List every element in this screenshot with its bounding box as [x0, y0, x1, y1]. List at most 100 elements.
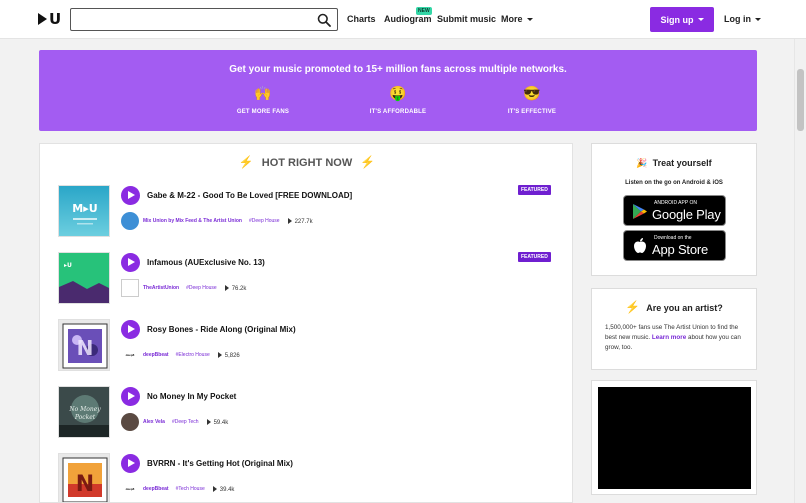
nav-more-label: More [501, 14, 523, 24]
svg-text:Pocket: Pocket [74, 414, 96, 421]
artist-union-logo[interactable]: U [38, 11, 61, 27]
mix-union-artwork: M▸U [59, 186, 109, 236]
track-title[interactable]: No Money In My Pocket [147, 392, 236, 401]
uploader-link[interactable]: Alex Vela [143, 419, 165, 425]
featured-badge: FEATURED [518, 252, 551, 262]
promo-banner[interactable]: Get your music promoted to 15+ million f… [39, 50, 757, 131]
play-button[interactable] [121, 387, 140, 406]
new-badge: NEW [416, 7, 432, 15]
top-navbar: U Charts Audiogram NEW Submit music More… [0, 0, 806, 39]
svg-text:N: N [77, 336, 94, 360]
promo-item-more-fans: 🙌 GET MORE FANS [208, 85, 318, 115]
search-input[interactable] [77, 12, 307, 27]
artist-description: 1,500,000+ fans use The Artist Union to … [605, 323, 745, 353]
lightning-icon: ⚡ [625, 300, 641, 314]
chevron-down-icon [755, 18, 761, 22]
play-button[interactable] [121, 454, 140, 473]
are-you-an-artist-card: ⚡ Are you an artist? 1,500,000+ fans use … [591, 288, 757, 370]
apple-big-text: App Store [652, 242, 709, 257]
artist-union-artwork: ▸U [59, 253, 109, 303]
video-card [591, 380, 757, 495]
hot-right-now-heading: ⚡ HOT RIGHT NOW ⚡ [40, 155, 572, 169]
track-cover[interactable]: M▸U [58, 185, 110, 237]
svg-text:No Money: No Money [68, 406, 101, 413]
app-store-button[interactable]: Download on the App Store [623, 230, 726, 261]
nav-more[interactable]: More [501, 14, 533, 24]
uploader-link[interactable]: TheArtistUnion [143, 285, 179, 291]
hot-right-now-panel: ⚡ HOT RIGHT NOW ⚡ M▸U Gabe & M-22 - Good T… [39, 143, 573, 503]
uploader-avatar[interactable] [121, 212, 139, 230]
login-button[interactable]: Log in [724, 14, 761, 24]
google-play-button[interactable]: ANDROID APP ON Google Play [623, 195, 726, 226]
play-count: 59.4k [207, 419, 229, 426]
track-title[interactable]: Rosy Bones - Ride Along (Original Mix) [147, 325, 296, 334]
svg-text:N: N [76, 472, 94, 497]
nav-submit-music[interactable]: Submit music [437, 14, 496, 24]
signup-label: Sign up [660, 14, 694, 25]
uploader-avatar[interactable] [121, 413, 139, 431]
learn-more-link[interactable]: Learn more [652, 334, 686, 341]
uploader-logo[interactable]: deep8 [121, 484, 139, 494]
track-meta: deep8 deepBbeat #Tech House 39.4k [121, 480, 234, 498]
google-small-text: ANDROID APP ON [654, 200, 697, 206]
video-player[interactable] [598, 387, 751, 489]
no-money-artwork: No Money Pocket [59, 387, 109, 437]
track-cover[interactable]: ▸U [58, 252, 110, 304]
genre-tag[interactable]: #Deep House [186, 285, 217, 291]
uploader-link[interactable]: deepBbeat [143, 486, 169, 492]
track-title[interactable]: Gabe & M-22 - Good To Be Loved [FREE DOW… [147, 191, 352, 200]
artist-title-text: Are you an artist? [646, 303, 723, 313]
page-scrollbar[interactable] [794, 39, 806, 503]
track-row: M▸U Gabe & M-22 - Good To Be Loved [FREE… [58, 185, 558, 237]
promo-label: IT'S EFFECTIVE [507, 109, 557, 115]
chevron-down-icon [697, 18, 704, 21]
play-button[interactable] [121, 320, 140, 339]
promo-item-effective: 😎 IT'S EFFECTIVE [477, 85, 587, 115]
promo-item-affordable: 🤑 IT'S AFFORDABLE [343, 85, 453, 115]
apple-small-text: Download on the [654, 235, 692, 241]
nav-audiogram[interactable]: Audiogram [384, 14, 432, 24]
track-row: ▸U Infamous (AUExclusive No. 13) FEATURE… [58, 252, 558, 304]
uploader-avatar[interactable] [121, 279, 139, 297]
sunglasses-icon: 😎 [523, 85, 541, 101]
track-title[interactable]: BVRRN - It's Getting Hot (Original Mix) [147, 459, 293, 468]
signup-button[interactable]: Sign up [650, 7, 714, 32]
genre-tag[interactable]: #Electro House [176, 352, 210, 358]
search-icon[interactable] [317, 13, 331, 27]
lightning-icon: ⚡ [360, 155, 376, 169]
promo-label: IT'S AFFORDABLE [369, 109, 427, 115]
play-count: 39.4k [213, 486, 235, 493]
track-cover[interactable]: N [58, 453, 110, 502]
google-play-icon [633, 204, 647, 219]
google-big-text: Google Play [652, 207, 721, 222]
apple-icon [634, 238, 646, 253]
treat-title: 🎉 Treat yourself [592, 158, 756, 169]
play-count: 5,826 [218, 352, 240, 359]
genre-tag[interactable]: #Deep House [249, 218, 280, 224]
chevron-down-icon [526, 18, 533, 22]
uploader-logo[interactable]: deep8 [121, 350, 139, 360]
bvrrn-artwork: N [59, 454, 109, 502]
track-cover[interactable]: N [58, 319, 110, 371]
featured-badge: FEATURED [518, 185, 551, 195]
uploader-link[interactable]: deepBbeat [143, 352, 169, 358]
raised-hands-icon: 🙌 [254, 85, 272, 101]
track-title[interactable]: Infamous (AUExclusive No. 13) [147, 258, 265, 267]
genre-tag[interactable]: #Tech House [176, 486, 205, 492]
genre-tag[interactable]: #Deep Tech [172, 419, 199, 425]
scrollbar-thumb[interactable] [797, 69, 804, 131]
nav-charts[interactable]: Charts [347, 14, 376, 24]
play-button[interactable] [121, 186, 140, 205]
treat-yourself-card: 🎉 Treat yourself Listen on the go on And… [591, 143, 757, 276]
track-meta: Alex Vela #Deep Tech 59.4k [121, 413, 228, 431]
uploader-link[interactable]: Mix Union by Mix Feed & The Artist Union [143, 218, 242, 224]
login-label: Log in [724, 14, 751, 24]
svg-text:M▸U: M▸U [72, 202, 97, 215]
party-popper-icon: 🎉 [636, 158, 648, 168]
play-button[interactable] [121, 253, 140, 272]
play-logo-icon [38, 13, 47, 25]
treat-subtitle: Listen on the go on Android & iOS [625, 180, 723, 186]
track-cover[interactable]: No Money Pocket [58, 386, 110, 438]
rosy-bones-artwork: N [59, 320, 109, 370]
search-box [70, 8, 338, 31]
